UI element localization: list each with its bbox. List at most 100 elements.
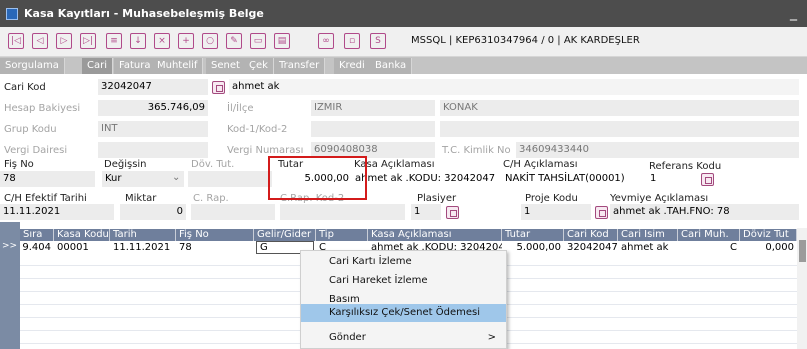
scrollbar-thumb[interactable] bbox=[799, 240, 806, 262]
report-icon[interactable]: ▭ bbox=[250, 33, 266, 49]
menu-item-label: Gönder bbox=[329, 332, 366, 343]
connection-status: MSSQL | KEP6310347964 / 0 | AK KARDEŞLER bbox=[411, 35, 640, 46]
previous-record-icon[interactable]: ◁ bbox=[32, 33, 48, 49]
c-rap-label: C. Rap. bbox=[193, 193, 229, 204]
tab-banka[interactable]: Banka bbox=[370, 58, 413, 74]
ch-efektif-tarihi-field[interactable]: 11.11.2021 bbox=[0, 204, 114, 220]
column-cari-muh[interactable]: Cari Muh. bbox=[678, 229, 740, 241]
tab-muhtelif[interactable]: Muhtelif bbox=[152, 58, 204, 74]
next-record-icon[interactable]: ▷ bbox=[56, 33, 72, 49]
dov-tut-field[interactable] bbox=[188, 171, 272, 187]
column-gelir-gider[interactable]: Gelir/Gider bbox=[254, 229, 316, 241]
tab-kredi[interactable]: Kredi bbox=[334, 58, 371, 74]
column-kasa-aciklamasi[interactable]: Kasa Açıklaması bbox=[368, 229, 502, 241]
link-icon[interactable]: ∞ bbox=[318, 33, 334, 49]
kod2-field bbox=[440, 121, 799, 137]
menu-item-gonder[interactable]: Gönder > bbox=[301, 329, 506, 347]
column-tarih[interactable]: Tarih bbox=[110, 229, 176, 241]
lock-icon[interactable]: ▫ bbox=[344, 33, 360, 49]
column-tutar[interactable]: Tutar bbox=[502, 229, 564, 241]
yevmiye-aciklamasi-field[interactable]: ahmet ak .TAH.FNO: 78 bbox=[610, 204, 799, 220]
miktar-field[interactable]: 0 bbox=[120, 204, 186, 220]
new-record-icon[interactable]: + bbox=[178, 33, 194, 49]
kasa-aciklamasi-field[interactable]: ahmet ak .KODU: 32042047 bbox=[352, 171, 498, 187]
tc-kimlik-label: T.C. Kimlik No bbox=[442, 145, 511, 156]
il-field: IZMIR bbox=[311, 100, 435, 116]
ch-efektif-tarihi-label: C/H Efektif Tarihi bbox=[4, 193, 87, 204]
column-doviz-tut[interactable]: Döviz Tut bbox=[740, 229, 797, 241]
menu-item-label: Cari Kartı İzleme bbox=[329, 256, 412, 267]
cancel-icon[interactable]: × bbox=[154, 33, 170, 49]
first-record-icon[interactable]: |◁ bbox=[8, 33, 24, 49]
proje-kodu-field[interactable]: 1 bbox=[521, 204, 591, 220]
tab-strip: Sorgulama Cari Fatura Muhtelif Senet Çek… bbox=[0, 57, 807, 74]
miktar-label: Miktar bbox=[125, 193, 157, 204]
menu-item-karsiliksiz-cek-senet-odemesi[interactable]: Karşılıksız Çek/Senet Ödemesi bbox=[301, 304, 506, 322]
cell-cari-isim: ahmet ak bbox=[621, 242, 669, 253]
vergi-numarasi-label: Vergi Numarası bbox=[227, 145, 304, 156]
current-row-marker: >> bbox=[2, 241, 18, 251]
edit-icon[interactable]: ✎ bbox=[226, 33, 242, 49]
tab-transfer[interactable]: Transfer bbox=[274, 58, 326, 74]
tutar-highlight-box bbox=[268, 156, 367, 200]
hesap-bakiyesi-field: 365.746,09 bbox=[98, 100, 208, 116]
title-bar: Kasa Kayıtları - Muhasebeleşmiş Belge _ bbox=[0, 0, 807, 27]
minimize-button[interactable]: _ bbox=[790, 0, 797, 27]
last-record-icon[interactable]: ▷| bbox=[80, 33, 96, 49]
column-fis-no[interactable]: Fiş No bbox=[176, 229, 254, 241]
menu-item-cari-karti-izleme[interactable]: Cari Kartı İzleme bbox=[301, 253, 506, 271]
referans-kodu-field[interactable]: 1 bbox=[647, 171, 697, 187]
cari-kod-field[interactable]: 32042047 bbox=[98, 79, 208, 95]
fis-no-field[interactable]: 78 bbox=[0, 171, 95, 187]
menu-item-label: Cari Hareket İzleme bbox=[329, 275, 428, 286]
proje-lookup-icon[interactable] bbox=[595, 206, 608, 219]
tab-sorgulama[interactable]: Sorgulama bbox=[0, 58, 65, 74]
user-icon[interactable]: ○ bbox=[202, 33, 218, 49]
cell-cari-kod: 32042047 bbox=[567, 242, 618, 253]
submenu-arrow-icon: > bbox=[487, 332, 496, 343]
cari-name-field: ahmet ak bbox=[229, 79, 799, 95]
cell-doviz-tut: 0,000 bbox=[765, 242, 794, 253]
tab-fatura[interactable]: Fatura bbox=[114, 58, 157, 74]
plasiyer-lookup-icon[interactable] bbox=[446, 206, 459, 219]
tab-cek[interactable]: Çek bbox=[244, 58, 274, 74]
column-cari-isim[interactable]: Cari İsim bbox=[618, 229, 678, 241]
c-rap-kod2-field[interactable] bbox=[280, 204, 405, 220]
kod1-field bbox=[311, 121, 435, 137]
column-sira[interactable]: Sıra bbox=[20, 229, 54, 241]
grid-scrollbar[interactable] bbox=[797, 228, 807, 349]
print-icon[interactable]: ▤ bbox=[274, 33, 290, 49]
hesap-bakiyesi-label: Hesap Bakiyesi bbox=[4, 103, 81, 114]
ch-aciklamasi-label: C/H Açıklaması bbox=[503, 159, 578, 170]
sql-icon[interactable]: S bbox=[370, 33, 386, 49]
menu-item-cari-hareket-izleme[interactable]: Cari Hareket İzleme bbox=[301, 272, 506, 290]
record-form: Cari Kod 32042047 ahmet ak Hesap Bakiyes… bbox=[0, 74, 807, 222]
kod12-label: Kod-1/Kod-2 bbox=[227, 124, 288, 135]
column-cari-kod[interactable]: Cari Kod bbox=[564, 229, 618, 241]
cell-sira: 9.404 bbox=[22, 242, 51, 253]
c-rap-field[interactable] bbox=[191, 204, 275, 220]
tc-kimlik-field: 34609433440 bbox=[516, 142, 799, 158]
list-icon[interactable]: ≡ bbox=[106, 33, 122, 49]
yevmiye-aciklamasi-label: Yevmiye Açıklaması bbox=[610, 193, 709, 204]
chevron-down-icon[interactable]: ⌄ bbox=[172, 172, 180, 183]
plasiyer-label: Plasiyer bbox=[417, 193, 457, 204]
ch-aciklamasi-field[interactable]: NAKİT TAHSİLAT(00001) bbox=[502, 171, 642, 187]
ilce-field: KONAK bbox=[440, 100, 799, 116]
menu-item-label: Karşılıksız Çek/Senet Ödemesi bbox=[329, 307, 481, 318]
column-kasa-kodu[interactable]: Kasa Kodu bbox=[54, 229, 110, 241]
save-icon[interactable]: ↓ bbox=[130, 33, 146, 49]
cell-tutar: 5.000,00 bbox=[516, 242, 561, 253]
grup-kodu-field: INT bbox=[98, 121, 208, 137]
tab-senet[interactable]: Senet bbox=[206, 58, 246, 74]
cari-lookup-icon[interactable] bbox=[212, 81, 225, 94]
plasiyer-field[interactable]: 1 bbox=[411, 204, 441, 220]
cell-cari-muh: C bbox=[730, 242, 737, 253]
toolbar: |◁ ◁ ▷ ▷| ≡ ↓ × + ○ ✎ ▭ ▤ ∞ ▫ S MSSQL | … bbox=[0, 27, 807, 57]
tab-cari[interactable]: Cari bbox=[82, 58, 113, 74]
referans-lookup-icon[interactable] bbox=[701, 173, 714, 186]
vergi-dairesi-field bbox=[98, 142, 208, 158]
column-tip[interactable]: Tip bbox=[316, 229, 368, 241]
cell-fis-no: 78 bbox=[179, 242, 192, 253]
cell-tarih: 11.11.2021 bbox=[113, 242, 171, 253]
